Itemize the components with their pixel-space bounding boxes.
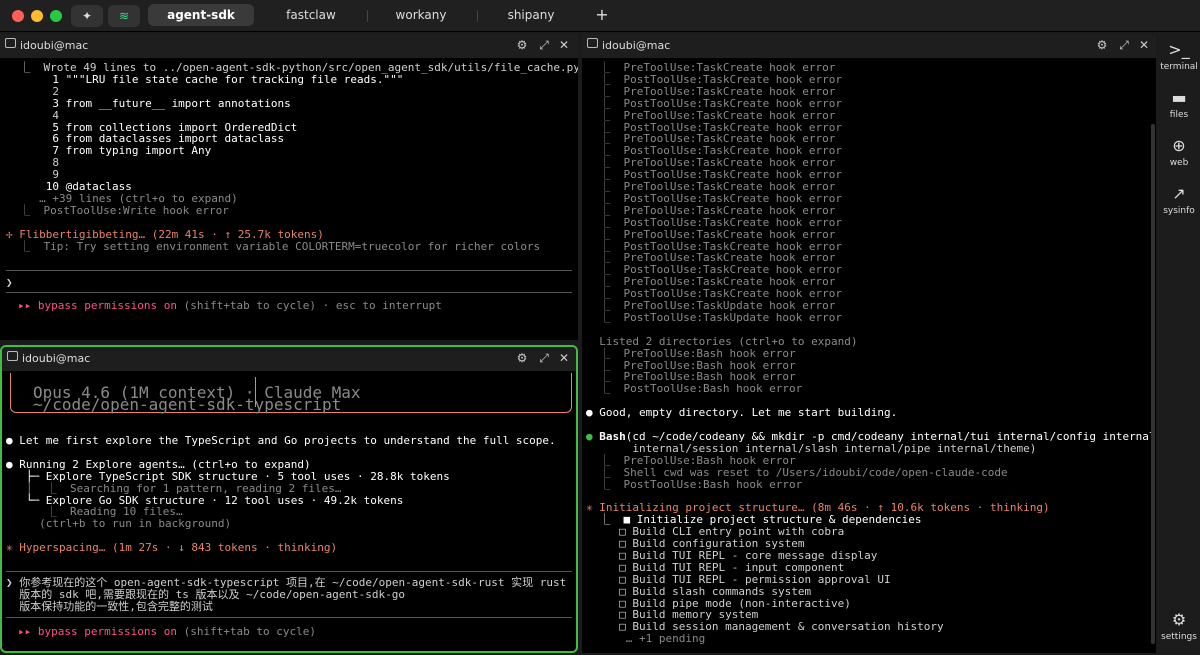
terminal-line: (ctrl+b to run in background) (6, 517, 232, 531)
terminal-line: ⎿ PostToolUse:TaskCreate hook error (586, 96, 843, 110)
tab-workany[interactable]: workany (368, 4, 474, 26)
terminal-icon (5, 38, 16, 48)
terminal-line: □ Build TUI REPL - permission approval U… (586, 572, 891, 586)
terminal-line: 1 """LRU file state cache for tracking f… (6, 72, 404, 86)
divider (6, 292, 572, 293)
title-bar: ✦ ≋ agent-sdk fastclaw workany shipany + (0, 0, 1200, 32)
mode-hint: (shift+tab to cycle) (183, 625, 317, 638)
terminal-line: ⎿ PreToolUse:TaskCreate hook error (586, 84, 836, 98)
terminal-line: ✳ Hyperspacing… (1m 27s · ↓ 843 tokens ·… (6, 541, 338, 555)
terminal-line: ⎿ Tip: Try setting environment variable … (6, 239, 541, 253)
app-logo-icon[interactable]: ≋ (108, 5, 140, 27)
mode-icon: ▸▸ (18, 625, 32, 638)
welcome-box: Opus 4.6 (1M context) · Claude Max ~/cod… (10, 373, 572, 413)
terminal-line: 版本保持功能的一致性,包含完整的测试 (6, 600, 213, 613)
terminal-icon (7, 351, 18, 361)
terminal-line: ● Let me first explore the TypeScript an… (6, 434, 556, 447)
terminal-pane-right[interactable]: idoubi@mac ⚙ ⤢ ✕ ⎿ PreToolUse:TaskCreate… (582, 34, 1156, 653)
terminal-line: ⎿ PreToolUse:Bash hook error (586, 346, 796, 360)
terminal-line: 2 (6, 84, 59, 98)
terminal-line: ⎿ PreToolUse:TaskCreate hook error (586, 203, 836, 217)
gear-icon[interactable]: ⚙ (514, 37, 530, 53)
gear-icon[interactable]: ⚙ (514, 350, 530, 366)
sparkle-icon[interactable]: ✦ (71, 5, 103, 27)
terminal-line: ⎿ Shell cwd was reset to /Users/idoubi/c… (586, 465, 1008, 479)
sysinfo-icon: ↗ (1172, 184, 1186, 203)
terminal-line: ⎿ PostToolUse:Bash hook error (586, 477, 803, 491)
mode-line: ▸▸ bypass permissions on (shift+tab to c… (18, 300, 442, 312)
sidebar-label: terminal (1160, 62, 1198, 72)
terminal-line: ● Good, empty directory. Let me start bu… (586, 406, 898, 420)
pane-title: idoubi@mac (602, 39, 671, 52)
right-sidebar: >_ terminal ▬ files ⊕ web ↗ sysinfo ⚙ settings (1158, 32, 1200, 655)
maximize-icon[interactable]: ⤢ (1116, 37, 1132, 53)
web-icon: ⊕ (1172, 136, 1186, 155)
prompt-caret: ❯ (6, 276, 13, 289)
cwd-info: ~/code/open-agent-sdk-typescript (33, 395, 342, 414)
terminal-line: ✢ Flibbertigibbeting… (22m 41s · ↑ 25.7k… (6, 227, 324, 241)
terminal-line: … +1 pending (586, 632, 706, 646)
tab-fastclaw[interactable]: fastclaw (258, 4, 364, 26)
terminal-line: │ ⎿ Searching for 1 pattern, reading 2 f… (6, 481, 342, 495)
terminal-line: □ Build slash commands system (586, 584, 812, 598)
terminal-line: 4 (6, 108, 59, 122)
terminal-pane-top-left[interactable]: idoubi@mac ⚙ ⤢ ✕ ⎿ Wrote 49 lines to ../… (0, 34, 578, 340)
terminal-line: ⎿ PreToolUse:TaskCreate hook error (586, 108, 836, 122)
mode-line: ▸▸ bypass permissions on (shift+tab to c… (18, 626, 316, 638)
sidebar-label: sysinfo (1163, 206, 1195, 216)
close-window-button[interactable] (12, 10, 24, 22)
sidebar-item-web[interactable]: ⊕ web (1158, 136, 1200, 168)
terminal-line: ⎿ PostToolUse:Write hook error (6, 203, 229, 217)
sidebar-label: settings (1161, 632, 1197, 642)
terminal-line: ├─ Explore TypeScript SDK structure · 5 … (6, 469, 450, 483)
mode-label: bypass permissions on (37, 299, 177, 312)
gear-icon[interactable]: ⚙ (1094, 37, 1110, 53)
divider (6, 270, 572, 271)
sidebar-item-files[interactable]: ▬ files (1158, 88, 1200, 120)
sidebar-label: web (1169, 158, 1189, 168)
maximize-icon[interactable]: ⤢ (536, 37, 552, 53)
zoom-window-button[interactable] (50, 10, 62, 22)
terminal-line: □ Build TUI REPL - input component (586, 560, 845, 574)
close-icon[interactable]: ✕ (556, 350, 572, 366)
terminal-line: ● Running 2 Explore agents… (ctrl+o to e… (6, 457, 311, 471)
settings-icon: ⚙ (1171, 610, 1187, 629)
terminal-line: ⎿ PostToolUse:TaskCreate hook error (586, 215, 843, 229)
pane-title: idoubi@mac (20, 39, 89, 52)
pane-header: idoubi@mac ⚙ ⤢ ✕ (582, 34, 1156, 58)
divider (6, 617, 572, 618)
terminal-line: ⎿ PostToolUse:Bash hook error (586, 382, 803, 396)
divider (6, 571, 572, 572)
terminal-line: 3 from __future__ import annotations (6, 96, 291, 110)
close-icon[interactable]: ✕ (556, 37, 572, 53)
pane-header: idoubi@mac ⚙ ⤢ ✕ (0, 34, 578, 58)
terminal-line: ⎿ PreToolUse:TaskCreate hook error (586, 227, 836, 241)
terminal-line: internal/session internal/slash internal… (586, 441, 1037, 455)
minimize-window-button[interactable] (31, 10, 43, 22)
mode-icon: ▸▸ (18, 299, 32, 312)
terminal-icon (587, 38, 598, 48)
terminal-line: ⎿ PostToolUse:TaskUpdate hook error (586, 310, 843, 324)
terminal-icon: >_ (1168, 40, 1190, 59)
maximize-icon[interactable]: ⤢ (536, 350, 552, 366)
mode-hint: (shift+tab to cycle) · esc to interrupt (183, 299, 442, 312)
mode-label: bypass permissions on (37, 625, 177, 638)
pane-title: idoubi@mac (22, 352, 91, 365)
new-tab-button[interactable]: + (590, 4, 614, 26)
sidebar-label: files (1169, 110, 1189, 120)
close-icon[interactable]: ✕ (1136, 37, 1152, 53)
scrollbar[interactable] (1151, 124, 1155, 644)
tab-shipany[interactable]: shipany (478, 4, 584, 26)
files-icon: ▬ (1171, 88, 1187, 107)
sidebar-item-terminal[interactable]: >_ terminal (1158, 40, 1200, 72)
sidebar-item-sysinfo[interactable]: ↗ sysinfo (1158, 184, 1200, 216)
tab-agent-sdk[interactable]: agent-sdk (148, 4, 254, 26)
terminal-line: Listed 2 directories (ctrl+o to expand) (586, 334, 858, 348)
terminal-line: ⎿ PreToolUse:Bash hook error (586, 453, 796, 467)
pane-header: idoubi@mac ⚙ ⤢ ✕ (2, 347, 576, 371)
terminal-pane-bottom-left[interactable]: idoubi@mac ⚙ ⤢ ✕ Opus 4.6 (1M context) ·… (0, 345, 578, 653)
sidebar-item-settings[interactable]: ⚙ settings (1158, 610, 1200, 642)
